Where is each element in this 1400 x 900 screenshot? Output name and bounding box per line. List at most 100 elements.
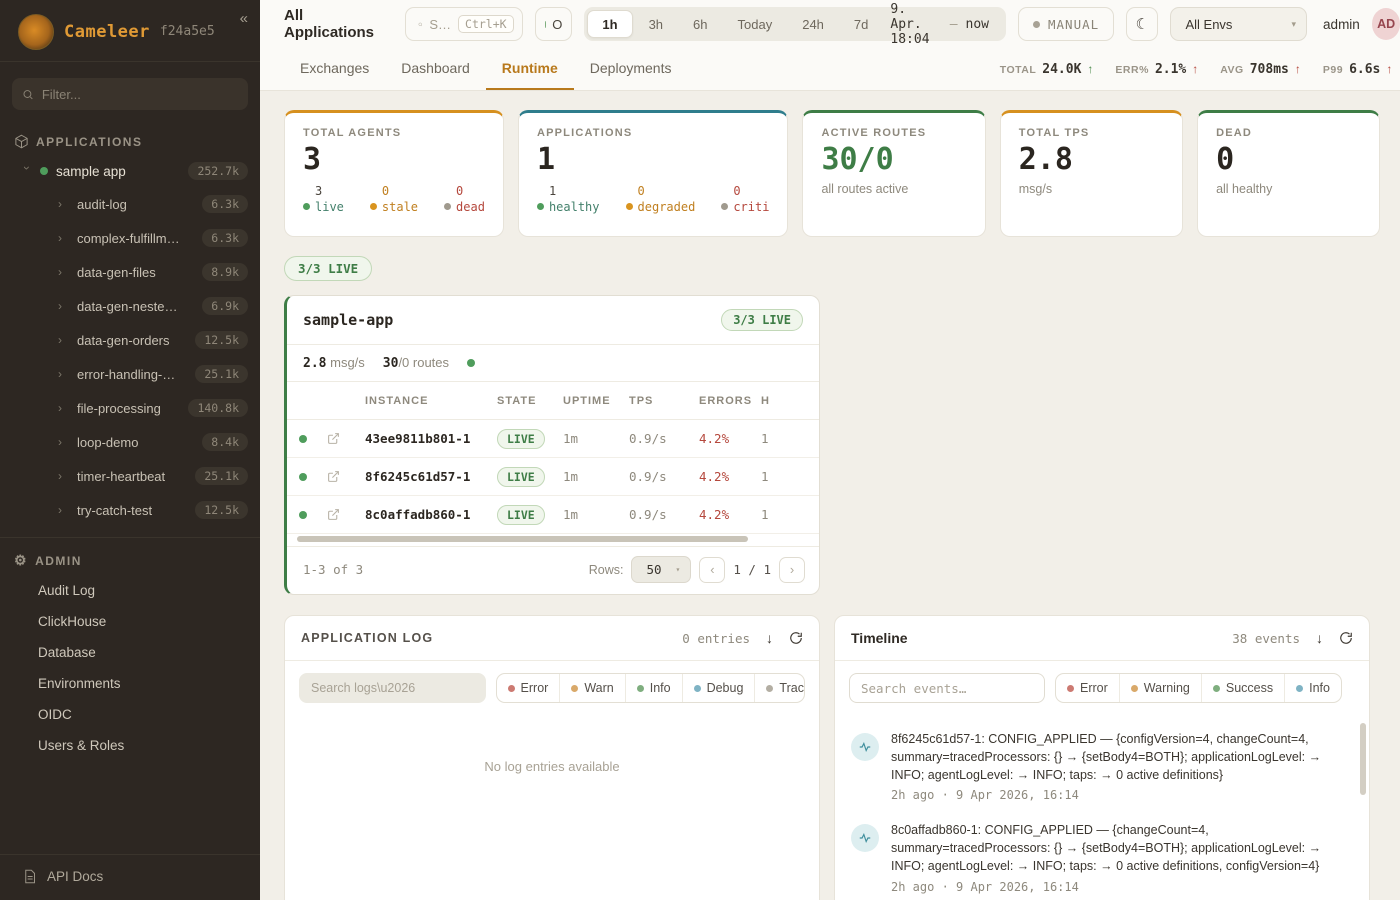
orange-dot-icon [370, 203, 377, 210]
sidebar-item-users-roles[interactable]: Users & Roles [0, 730, 260, 761]
tab-runtime[interactable]: Runtime [486, 48, 574, 90]
tps-value: 0.9/s [629, 469, 699, 484]
page-indicator: 1 / 1 [733, 562, 771, 577]
tps-value: 0.9/s [629, 431, 699, 446]
time-range-3h[interactable]: 3h [635, 10, 677, 38]
document-icon [22, 869, 37, 884]
errors-value: 4.2% [699, 469, 761, 484]
sidebar-item-route[interactable]: ›data-gen-neste…6.9k [0, 289, 260, 323]
table-row[interactable]: 8f6245c61d57-1 LIVE 1m 0.9/s 4.2% 1 [287, 458, 819, 496]
sidebar-filter-input[interactable] [42, 87, 238, 102]
date-range-display[interactable]: 9. Apr. 18:04 — now [884, 2, 1003, 47]
timeline-search-input[interactable] [849, 673, 1045, 703]
online-status-pill[interactable]: O [535, 7, 573, 41]
log-toolbar: Error Warn Info Debug Trace [285, 661, 819, 715]
sidebar-item-route[interactable]: ›try-catch-test12.5k [0, 493, 260, 527]
filter-chip-warn[interactable]: Warn [560, 674, 625, 702]
sidebar-item-database[interactable]: Database [0, 637, 260, 668]
live-status-badge: 3/3 LIVE [721, 309, 803, 331]
timeline-scrollbar[interactable] [1360, 723, 1366, 795]
timeline-event[interactable]: 8c0affadb860-1: CONFIG_APPLIED — {change… [849, 812, 1355, 900]
metric-err: ERR%2.1%↑ [1115, 62, 1198, 77]
table-row[interactable]: 8c0affadb860-1 LIVE 1m 0.9/s 4.2% 1 [287, 496, 819, 534]
sidebar-item-environments[interactable]: Environments [0, 668, 260, 699]
sidebar-item-route[interactable]: ›audit-log6.3k [0, 187, 260, 221]
refresh-icon[interactable] [1339, 631, 1353, 645]
log-panel-header: APPLICATION LOG 0 entries ↓ [285, 616, 819, 661]
download-icon[interactable]: ↓ [1316, 630, 1323, 646]
download-icon[interactable]: ↓ [766, 630, 773, 646]
time-range-6h[interactable]: 6h [679, 10, 721, 38]
applications-section-label: APPLICATIONS [36, 135, 142, 149]
filter-chip-warning[interactable]: Warning [1120, 674, 1202, 702]
search-icon [418, 18, 423, 31]
time-range-7d[interactable]: 7d [840, 10, 882, 38]
environment-select-value: All Envs [1185, 17, 1232, 32]
rows-per-page-select[interactable]: 50 ▾ [631, 556, 691, 583]
sidebar-item-oidc[interactable]: OIDC [0, 699, 260, 730]
route-label: audit-log [77, 197, 127, 212]
table-row[interactable]: 43ee9811b801-1 LIVE 1m 0.9/s 4.2% 1 [287, 420, 819, 458]
filter-chip-success[interactable]: Success [1202, 674, 1285, 702]
global-search-button[interactable]: S… Ctrl+K [405, 7, 523, 41]
red-dot-icon [1067, 685, 1074, 692]
dark-mode-toggle[interactable]: ☾ [1126, 7, 1158, 41]
admin-section-label: ADMIN [35, 554, 82, 568]
user-name: admin [1323, 17, 1360, 32]
log-search-input[interactable] [299, 673, 486, 703]
sidebar-item-route[interactable]: ›loop-demo8.4k [0, 425, 260, 459]
filter-chip-info[interactable]: Info [1285, 674, 1341, 702]
card-label: APPLICATIONS [537, 127, 770, 139]
sidebar-item-route[interactable]: ›data-gen-files8.9k [0, 255, 260, 289]
instances-table: INSTANCE STATE UPTIME TPS ERRORS H 43ee9… [287, 382, 819, 544]
environment-select[interactable]: All Envs ▾ [1170, 7, 1307, 41]
sidebar-item-route[interactable]: ›complex-fulfillm…6.3k [0, 221, 260, 255]
blue-dot-icon [694, 685, 701, 692]
sidebar-item-route[interactable]: ›timer-heartbeat25.1k [0, 459, 260, 493]
tab-exchanges[interactable]: Exchanges [284, 48, 385, 90]
time-range-segmented-control: 1h 3h 6h Today 24h 7d 9. Apr. 18:04 — no… [584, 7, 1006, 41]
external-link-icon[interactable] [327, 508, 340, 521]
route-count-badge: 12.5k [195, 331, 248, 349]
filter-chip-error[interactable]: Error [1056, 674, 1120, 702]
tab-deployments[interactable]: Deployments [574, 48, 688, 90]
sidebar-item-route[interactable]: ›error-handling-…25.1k [0, 357, 260, 391]
sidebar-item-route[interactable]: ›data-gen-orders12.5k [0, 323, 260, 357]
app-card-title[interactable]: sample-app [303, 311, 393, 329]
horizontal-scrollbar[interactable] [297, 536, 809, 544]
errors-value: 4.2% [699, 431, 761, 446]
filter-chip-debug[interactable]: Debug [683, 674, 756, 702]
card-label: ACTIVE ROUTES [821, 127, 966, 139]
chevron-right-icon: › [58, 503, 68, 517]
api-docs-link[interactable]: API Docs [0, 854, 260, 900]
app-card-header: sample-app 3/3 LIVE [287, 296, 819, 345]
sidebar-item-sample-app[interactable]: › sample app 252.7k [0, 155, 260, 187]
filter-chip-info[interactable]: Info [626, 674, 683, 702]
time-range-1h[interactable]: 1h [587, 10, 632, 38]
live-status-badge[interactable]: 3/3 LIVE [284, 256, 372, 281]
route-label: complex-fulfillm… [77, 231, 180, 246]
sidebar-item-clickhouse[interactable]: ClickHouse [0, 606, 260, 637]
filter-chip-trace[interactable]: Trace [755, 674, 805, 702]
external-link-icon[interactable] [327, 432, 340, 445]
timeline-event[interactable]: 8f6245c61d57-1: CONFIG_APPLIED — {config… [849, 721, 1355, 812]
arrow-up-icon: ↑ [1192, 62, 1198, 76]
stat-card-total-agents: TOTAL AGENTS 3 3live 0stale 0dead [284, 110, 504, 237]
time-range-today[interactable]: Today [724, 10, 787, 38]
log-level-filters: Error Warn Info Debug Trace [496, 673, 805, 703]
sidebar-item-audit-log[interactable]: Audit Log [0, 575, 260, 606]
external-link-icon[interactable] [327, 470, 340, 483]
refresh-mode-manual-button[interactable]: MANUAL [1018, 7, 1114, 41]
tab-dashboard[interactable]: Dashboard [385, 48, 486, 90]
prev-page-button[interactable]: ‹ [699, 557, 725, 583]
card-value: 0 [1216, 143, 1361, 176]
refresh-icon[interactable] [789, 631, 803, 645]
sidebar-collapse-button[interactable]: « [240, 10, 248, 27]
time-range-24h[interactable]: 24h [788, 10, 838, 38]
cube-icon [14, 134, 29, 149]
next-page-button[interactable]: › [779, 557, 805, 583]
avatar[interactable]: AD [1372, 8, 1400, 40]
sidebar-filter[interactable] [12, 78, 248, 110]
filter-chip-error[interactable]: Error [497, 674, 561, 702]
sidebar-item-route[interactable]: ›file-processing140.8k [0, 391, 260, 425]
